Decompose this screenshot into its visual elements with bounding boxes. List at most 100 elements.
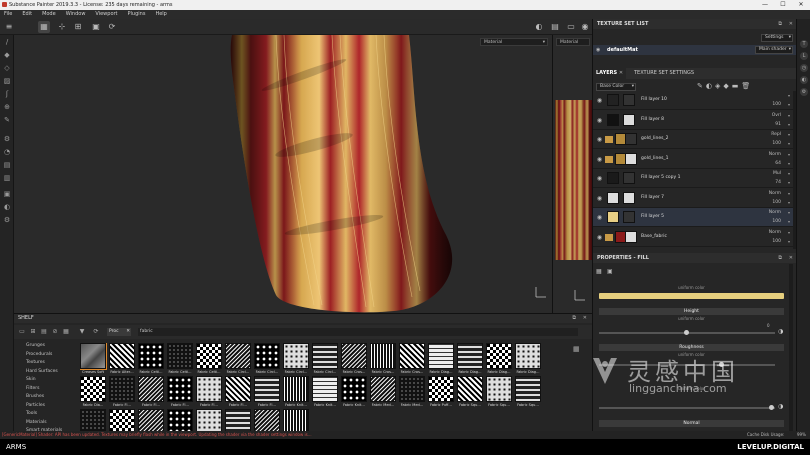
layer-opacity[interactable]: 100	[772, 200, 781, 205]
projection-icon[interactable]: ◇	[3, 64, 11, 72]
shader-dropdown[interactable]: Main shader ▾	[755, 46, 793, 54]
shelf-tile[interactable]	[196, 376, 222, 402]
display-icon[interactable]: ◐	[3, 203, 11, 211]
3d-viewport[interactable]: Material ▾	[14, 35, 552, 313]
opacity-caret-icon[interactable]: ▾	[788, 180, 790, 185]
shelf-tile[interactable]	[254, 343, 280, 369]
category-particles[interactable]: Particles	[22, 402, 80, 411]
2d-viewport[interactable]: Material	[552, 35, 592, 313]
proc-filter-chip[interactable]: Proc ✕	[107, 328, 131, 336]
blend-caret-icon[interactable]: ▾	[788, 132, 790, 137]
category-grunges[interactable]: Grunges	[22, 342, 80, 351]
shelf-tile[interactable]	[399, 343, 425, 369]
height-slider[interactable]	[599, 330, 775, 335]
grid-view-icon[interactable]: ▦	[38, 21, 50, 33]
screenshot-icon[interactable]: ◉	[579, 21, 591, 33]
shelf-tile[interactable]	[341, 343, 367, 369]
layer-row[interactable]: ◉ Fill layer 7 Norm 100 ▾ ▾	[593, 189, 793, 208]
close-icon[interactable]: ✕	[792, 0, 810, 10]
history-icon[interactable]: ◔	[3, 148, 11, 156]
snap-icon[interactable]: ⊹	[56, 21, 68, 33]
layer-blend-mode[interactable]: Norm	[769, 210, 781, 215]
visibility-eye-icon[interactable]: ◉	[596, 214, 603, 221]
rotate-icon[interactable]: ⟳	[106, 21, 118, 33]
layer-blend-mode[interactable]: Mul	[773, 171, 781, 176]
category-skin[interactable]: Skin	[22, 376, 80, 385]
menu-edit[interactable]: Edit	[22, 10, 32, 19]
opacity-caret-icon[interactable]: ▾	[788, 122, 790, 127]
shelf-tile[interactable]	[109, 409, 135, 433]
tab-layers[interactable]: LAYERS ✕	[593, 68, 627, 79]
align-icon[interactable]: ⊞	[72, 21, 84, 33]
layer-opacity[interactable]: 100	[772, 239, 781, 244]
shelf-tile[interactable]	[80, 343, 107, 370]
settings-icon[interactable]: ⚙	[3, 216, 11, 224]
shelf-tile[interactable]	[428, 376, 454, 402]
category-hard-surfaces[interactable]: Hard Surfaces	[22, 368, 80, 377]
minimize-icon[interactable]: —	[756, 0, 774, 10]
properties-scrollbar[interactable]	[789, 264, 793, 433]
tsl-float-icon[interactable]: ⧉	[778, 19, 782, 29]
shelf-tile[interactable]	[399, 376, 425, 402]
add-mask-icon[interactable]: ◐	[706, 82, 715, 90]
export-icon[interactable]: ▣	[3, 190, 11, 198]
delete-layer-icon[interactable]: 🗑	[741, 82, 753, 90]
shelf-tile[interactable]	[138, 376, 164, 402]
properties-grid-icon[interactable]: ▦	[596, 268, 602, 275]
channel-dropdown[interactable]: Base Color ▾	[596, 83, 636, 91]
shelf-tile[interactable]	[196, 343, 222, 369]
shelf-tile[interactable]	[80, 376, 106, 402]
shelf-tile[interactable]	[312, 376, 338, 402]
visibility-eye-icon[interactable]: ◉	[596, 156, 603, 163]
blend-caret-icon[interactable]: ▾	[788, 210, 790, 215]
visibility-eye-icon[interactable]: ◉	[596, 97, 603, 104]
shelf-tile[interactable]	[167, 343, 193, 369]
visibility-eye-icon[interactable]: ◉	[596, 136, 603, 143]
shelf-tile[interactable]	[196, 409, 222, 433]
visibility-eye-icon[interactable]: ◉	[596, 234, 603, 241]
layer-row[interactable]: ◉ gold_lines_1 Norm 64 ▾ ▾	[593, 150, 793, 169]
layer-opacity[interactable]: 100	[772, 141, 781, 146]
shelf-search-input[interactable]: fabric	[138, 328, 578, 336]
shelf-tile[interactable]	[109, 376, 135, 402]
shelf-tile[interactable]	[138, 409, 164, 433]
shelf-tile[interactable]	[457, 343, 483, 369]
tsl-close-icon[interactable]: ✕	[789, 19, 793, 29]
bake-icon[interactable]: ⚙	[3, 135, 11, 143]
blend-caret-icon[interactable]: ▾	[788, 152, 790, 157]
shelf-tile[interactable]	[138, 343, 164, 369]
visibility-eye-icon[interactable]: ◉	[596, 117, 603, 124]
grid-size-icon[interactable]: ▦	[573, 345, 580, 353]
shelf-tile[interactable]	[486, 343, 512, 369]
shelf-tile[interactable]	[370, 376, 396, 402]
clone-icon[interactable]: ⊕	[3, 103, 11, 111]
shelf-tile[interactable]	[225, 409, 251, 433]
opacity-caret-icon[interactable]: ▾	[788, 239, 790, 244]
new-folder-icon[interactable]: ▭	[18, 328, 26, 336]
layer-row[interactable]: ◉ Fill layer 5 copy 1 Mul 74 ▾ ▾	[593, 169, 793, 188]
frame-icon[interactable]: ▣	[90, 21, 102, 33]
shelf-tile[interactable]	[341, 376, 367, 402]
blend-caret-icon[interactable]: ▾	[788, 113, 790, 118]
shelf-float-icon[interactable]: ⧉	[572, 314, 576, 323]
opacity-caret-icon[interactable]: ▾	[788, 161, 790, 166]
layer-opacity[interactable]: 74	[775, 180, 781, 185]
add-layer-icon[interactable]: ◆	[723, 82, 731, 90]
toolbar-menu-icon[interactable]: ≡	[3, 21, 15, 33]
add-effect-icon[interactable]: ✎	[697, 82, 706, 90]
camera-split-icon[interactable]: ◐	[533, 21, 545, 33]
layer-blend-mode[interactable]: Norm	[769, 152, 781, 157]
texture-set-visibility-icon[interactable]: ◉	[596, 45, 600, 55]
filter-icon[interactable]: ▼	[78, 328, 86, 336]
shelf-close-icon[interactable]: ✕	[583, 314, 587, 323]
menu-mode[interactable]: Mode	[42, 10, 56, 19]
shelf-tile[interactable]	[283, 376, 309, 402]
shelf-tile[interactable]	[254, 376, 280, 402]
shelf-tile[interactable]	[312, 343, 338, 369]
shelf-tile[interactable]	[80, 409, 106, 433]
material-picker-icon[interactable]: ✎	[3, 116, 11, 124]
viewer-settings-icon[interactable]: ⚙	[800, 88, 808, 96]
shelf-tile[interactable]	[457, 376, 483, 402]
open-folder-icon[interactable]: ▤	[40, 328, 48, 336]
properties-image-icon[interactable]: ▣	[607, 268, 613, 275]
